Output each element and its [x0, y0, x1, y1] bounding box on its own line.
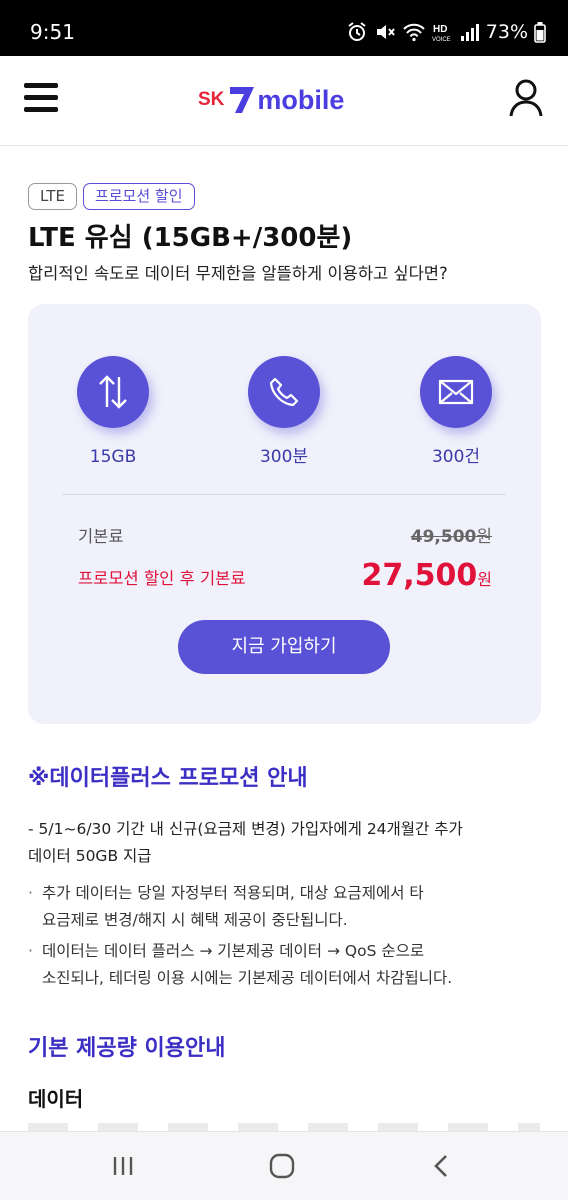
mail-icon: [420, 356, 492, 428]
status-bar: 9:51 HD VOICE 73%: [0, 0, 568, 56]
card-divider: [62, 494, 506, 495]
promo-fee-value: 27,500: [361, 558, 478, 593]
badge-lte: LTE: [28, 183, 77, 210]
home-icon[interactable]: [262, 1150, 302, 1182]
plan-description: 합리적인 속도로 데이터 무제한을 알뜰하게 이용하고 싶다면?: [28, 264, 448, 283]
hd-voice-icon: HD VOICE: [432, 21, 454, 43]
promo-info-bullet: 추가 데이터는 당일 자정부터 적용되며, 대상 요금제에서 타 요금제로 변경…: [28, 880, 548, 934]
usage-info-title: 기본 제공량 이용안내: [28, 1036, 226, 1061]
recent-apps-icon[interactable]: [103, 1150, 143, 1182]
base-fee-value: 49,500: [410, 527, 477, 547]
svg-text:HD: HD: [433, 24, 447, 35]
logo-seven-mark: [230, 87, 255, 113]
signal-icon: [460, 22, 480, 42]
data-transfer-icon: [77, 356, 149, 428]
promo-info-intro: - 5/1~6/30 기간 내 신규(요금제 변경) 가입자에게 24개월간 추…: [28, 816, 548, 870]
feature-sms-label: 300건: [431, 447, 481, 467]
mute-icon: [374, 21, 396, 43]
logo-sk-text: SK: [198, 89, 225, 110]
feature-data: 15GB: [68, 356, 158, 468]
promo-info-title: ※데이터플러스 프로모션 안내: [28, 766, 308, 791]
plan-card: 15GB 300분 300건 기본료 49,500원 프로모션 할인 후 기본료…: [28, 304, 541, 724]
promo-info-bullet: 데이터는 데이터 플러스 → 기본제공 데이터 → QoS 순으로 소진되나, …: [28, 938, 548, 992]
cut-off-text: [28, 1123, 540, 1131]
alarm-icon: [346, 21, 368, 43]
logo-mobile-text: mobile: [257, 84, 345, 115]
page-content: LTE 프로모션 할인 LTE 유심 (15GB+/300분) 합리적인 속도로…: [0, 146, 568, 1131]
base-fee-row: 기본료 49,500원: [78, 526, 492, 558]
bullet-1-line1: 추가 데이터는 당일 자정부터 적용되며, 대상 요금제에서 타: [42, 884, 424, 902]
feature-voice-label: 300분: [259, 447, 309, 467]
bullet-1-line2: 요금제로 변경/해지 시 혜택 제공이 중단됩니다.: [42, 911, 348, 929]
sk-7mobile-logo[interactable]: SK mobile: [198, 80, 344, 120]
bullet-2-line1: 데이터는 데이터 플러스 → 기본제공 데이터 → QoS 순으로: [42, 942, 425, 960]
phone-icon: [248, 356, 320, 428]
status-time: 9:51: [30, 20, 75, 44]
base-fee-original-price: 49,500원: [411, 526, 492, 548]
data-section-title: 데이터: [28, 1087, 84, 1111]
feature-voice: 300분: [239, 356, 329, 468]
badge-promotion: 프로모션 할인: [82, 183, 195, 210]
android-nav-bar: [0, 1131, 568, 1200]
promo-fee-price: 27,500원: [361, 558, 492, 598]
promo-fee-label: 프로모션 할인 후 기본료: [78, 569, 246, 588]
battery-icon: [534, 21, 546, 43]
feature-sms: 300건: [411, 356, 501, 468]
battery-percent: 73%: [485, 21, 528, 43]
promo-info-intro-line2: 데이터 50GB 지급: [28, 847, 152, 865]
back-icon[interactable]: [421, 1150, 461, 1182]
bullet-2-line2: 소진되나, 테더링 이용 시에는 기본제공 데이터에서 차감됩니다.: [42, 969, 453, 987]
promo-info-intro-line1: - 5/1~6/30 기간 내 신규(요금제 변경) 가입자에게 24개월간 추…: [28, 820, 463, 838]
wifi-icon: [402, 21, 426, 43]
svg-text:VOICE: VOICE: [432, 37, 451, 43]
plan-title: LTE 유심 (15GB+/300분): [28, 223, 353, 253]
join-now-button[interactable]: 지금 가입하기: [178, 620, 390, 674]
status-icons: HD VOICE 73%: [346, 19, 546, 45]
app-header: SK mobile: [0, 56, 568, 146]
hamburger-menu-icon[interactable]: [24, 80, 60, 116]
base-fee-currency: 원: [476, 527, 492, 547]
feature-data-label: 15GB: [89, 447, 137, 467]
promo-fee-currency: 원: [477, 570, 492, 589]
plan-badges: LTE 프로모션 할인: [28, 183, 195, 210]
user-profile-icon[interactable]: [508, 78, 544, 118]
promo-fee-row: 프로모션 할인 후 기본료 27,500원: [78, 558, 492, 600]
base-fee-label: 기본료: [78, 527, 124, 546]
